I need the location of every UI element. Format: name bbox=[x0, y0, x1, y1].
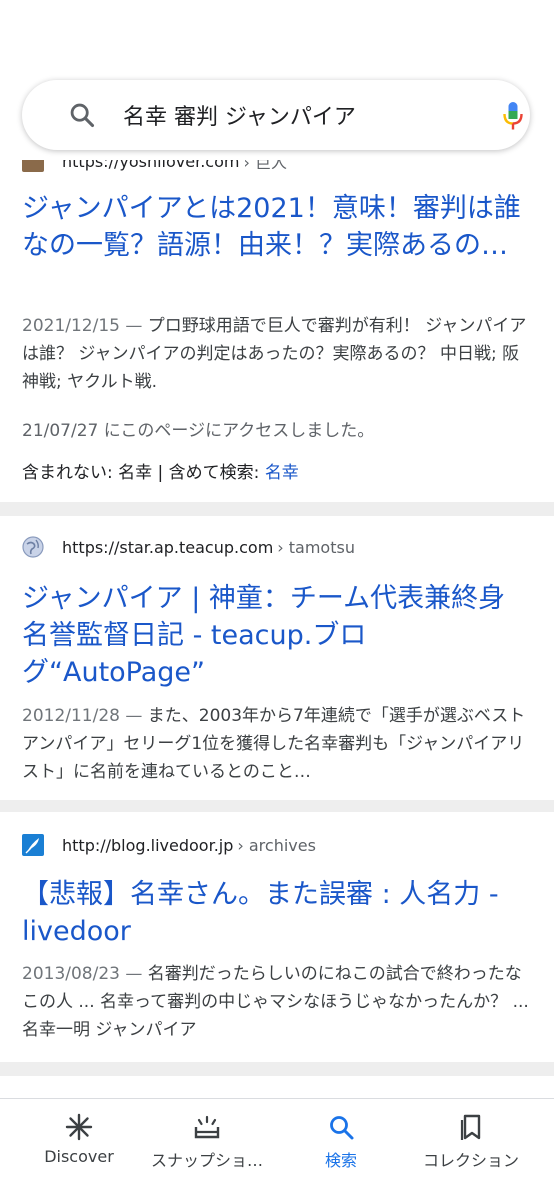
nav-discover[interactable]: Discover bbox=[10, 1099, 148, 1201]
result-separator bbox=[0, 502, 554, 516]
result-date: 2021/12/15 — bbox=[22, 316, 143, 336]
result-source[interactable]: https://star.ap.teacup.com › tamotsu bbox=[22, 534, 355, 560]
bookmark-icon bbox=[460, 1114, 481, 1140]
top-bar: 名幸 審判 ジャンパイア bbox=[0, 0, 554, 160]
missing-terms: 含まれない: 名幸 | 含めて検索: 名幸 bbox=[22, 458, 299, 483]
result-separator bbox=[0, 1062, 554, 1076]
nav-snapshot[interactable]: スナップショ… bbox=[138, 1099, 276, 1201]
search-bar[interactable]: 名幸 審判 ジャンパイア bbox=[22, 80, 530, 150]
asterisk-icon bbox=[65, 1113, 93, 1141]
nav-label: 検索 bbox=[324, 1151, 357, 1170]
result-date: 2012/11/28 — bbox=[22, 706, 143, 726]
result-title-link[interactable]: ジャンパイアとは2021！意味！審判は誰なの一覧？語源！由来！？実際あるの… bbox=[22, 190, 532, 264]
missing-terms-label: 含まれない: 名幸 | 含めて検索: bbox=[22, 463, 260, 483]
result-separator bbox=[0, 800, 554, 812]
visited-note: 21/07/27 にこのページにアクセスしました。 bbox=[22, 421, 375, 441]
bottom-navigation: Discover スナップショ… 検索 コレクション bbox=[0, 1098, 554, 1201]
result-url: http://blog.livedoor.jp bbox=[62, 835, 234, 855]
nav-label: Discover bbox=[44, 1147, 114, 1166]
result-path: › archives bbox=[237, 835, 316, 855]
result-source[interactable]: http://blog.livedoor.jp › archives bbox=[22, 832, 316, 858]
result-url: https://star.ap.teacup.com bbox=[62, 537, 274, 557]
nav-label: スナップショ… bbox=[150, 1151, 263, 1170]
search-icon[interactable] bbox=[68, 101, 96, 129]
search-icon bbox=[330, 1116, 354, 1140]
search-result: http://blog.livedoor.jp › archives 【悲報】名… bbox=[0, 812, 554, 1062]
result-title-link[interactable]: 【悲報】名幸さん。また誤審 : 人名力 - livedoor bbox=[22, 876, 532, 950]
result-snippet: 2013/08/23 — 名審判だったらしいのにねこの試合で終わったなこの人 .… bbox=[22, 960, 532, 1044]
result-title-link[interactable]: ジャンパイア | 神童：チーム代表兼終身名誉監督日記 - teacup.ブログ“… bbox=[22, 580, 532, 691]
search-result: https://star.ap.teacup.com › tamotsu ジャン… bbox=[0, 516, 554, 800]
nav-collections[interactable]: コレクション bbox=[402, 1099, 540, 1201]
globe-icon bbox=[22, 536, 44, 558]
search-query[interactable]: 名幸 審判 ジャンパイア bbox=[123, 99, 356, 131]
result-snippet: 2012/11/28 — また、2003年から7年連続で「選手が選ぶベストアンパ… bbox=[22, 702, 532, 786]
include-term-link[interactable]: 名幸 bbox=[265, 463, 299, 483]
nav-label: コレクション bbox=[422, 1151, 519, 1170]
snapshot-icon bbox=[194, 1115, 220, 1139]
result-date: 2013/08/23 — bbox=[22, 964, 143, 984]
microphone-icon[interactable] bbox=[501, 100, 525, 132]
livedoor-feather-icon bbox=[22, 834, 44, 856]
result-snippet: 2021/12/15 — プロ野球用語で巨人で審判が有利！ ジャンパイアは誰？ … bbox=[22, 312, 532, 396]
nav-search[interactable]: 検索 bbox=[272, 1099, 410, 1201]
search-result: https://yoshilover.com › 巨人 ジャンパイアとは2021… bbox=[0, 140, 554, 502]
result-path: › tamotsu bbox=[277, 537, 355, 557]
